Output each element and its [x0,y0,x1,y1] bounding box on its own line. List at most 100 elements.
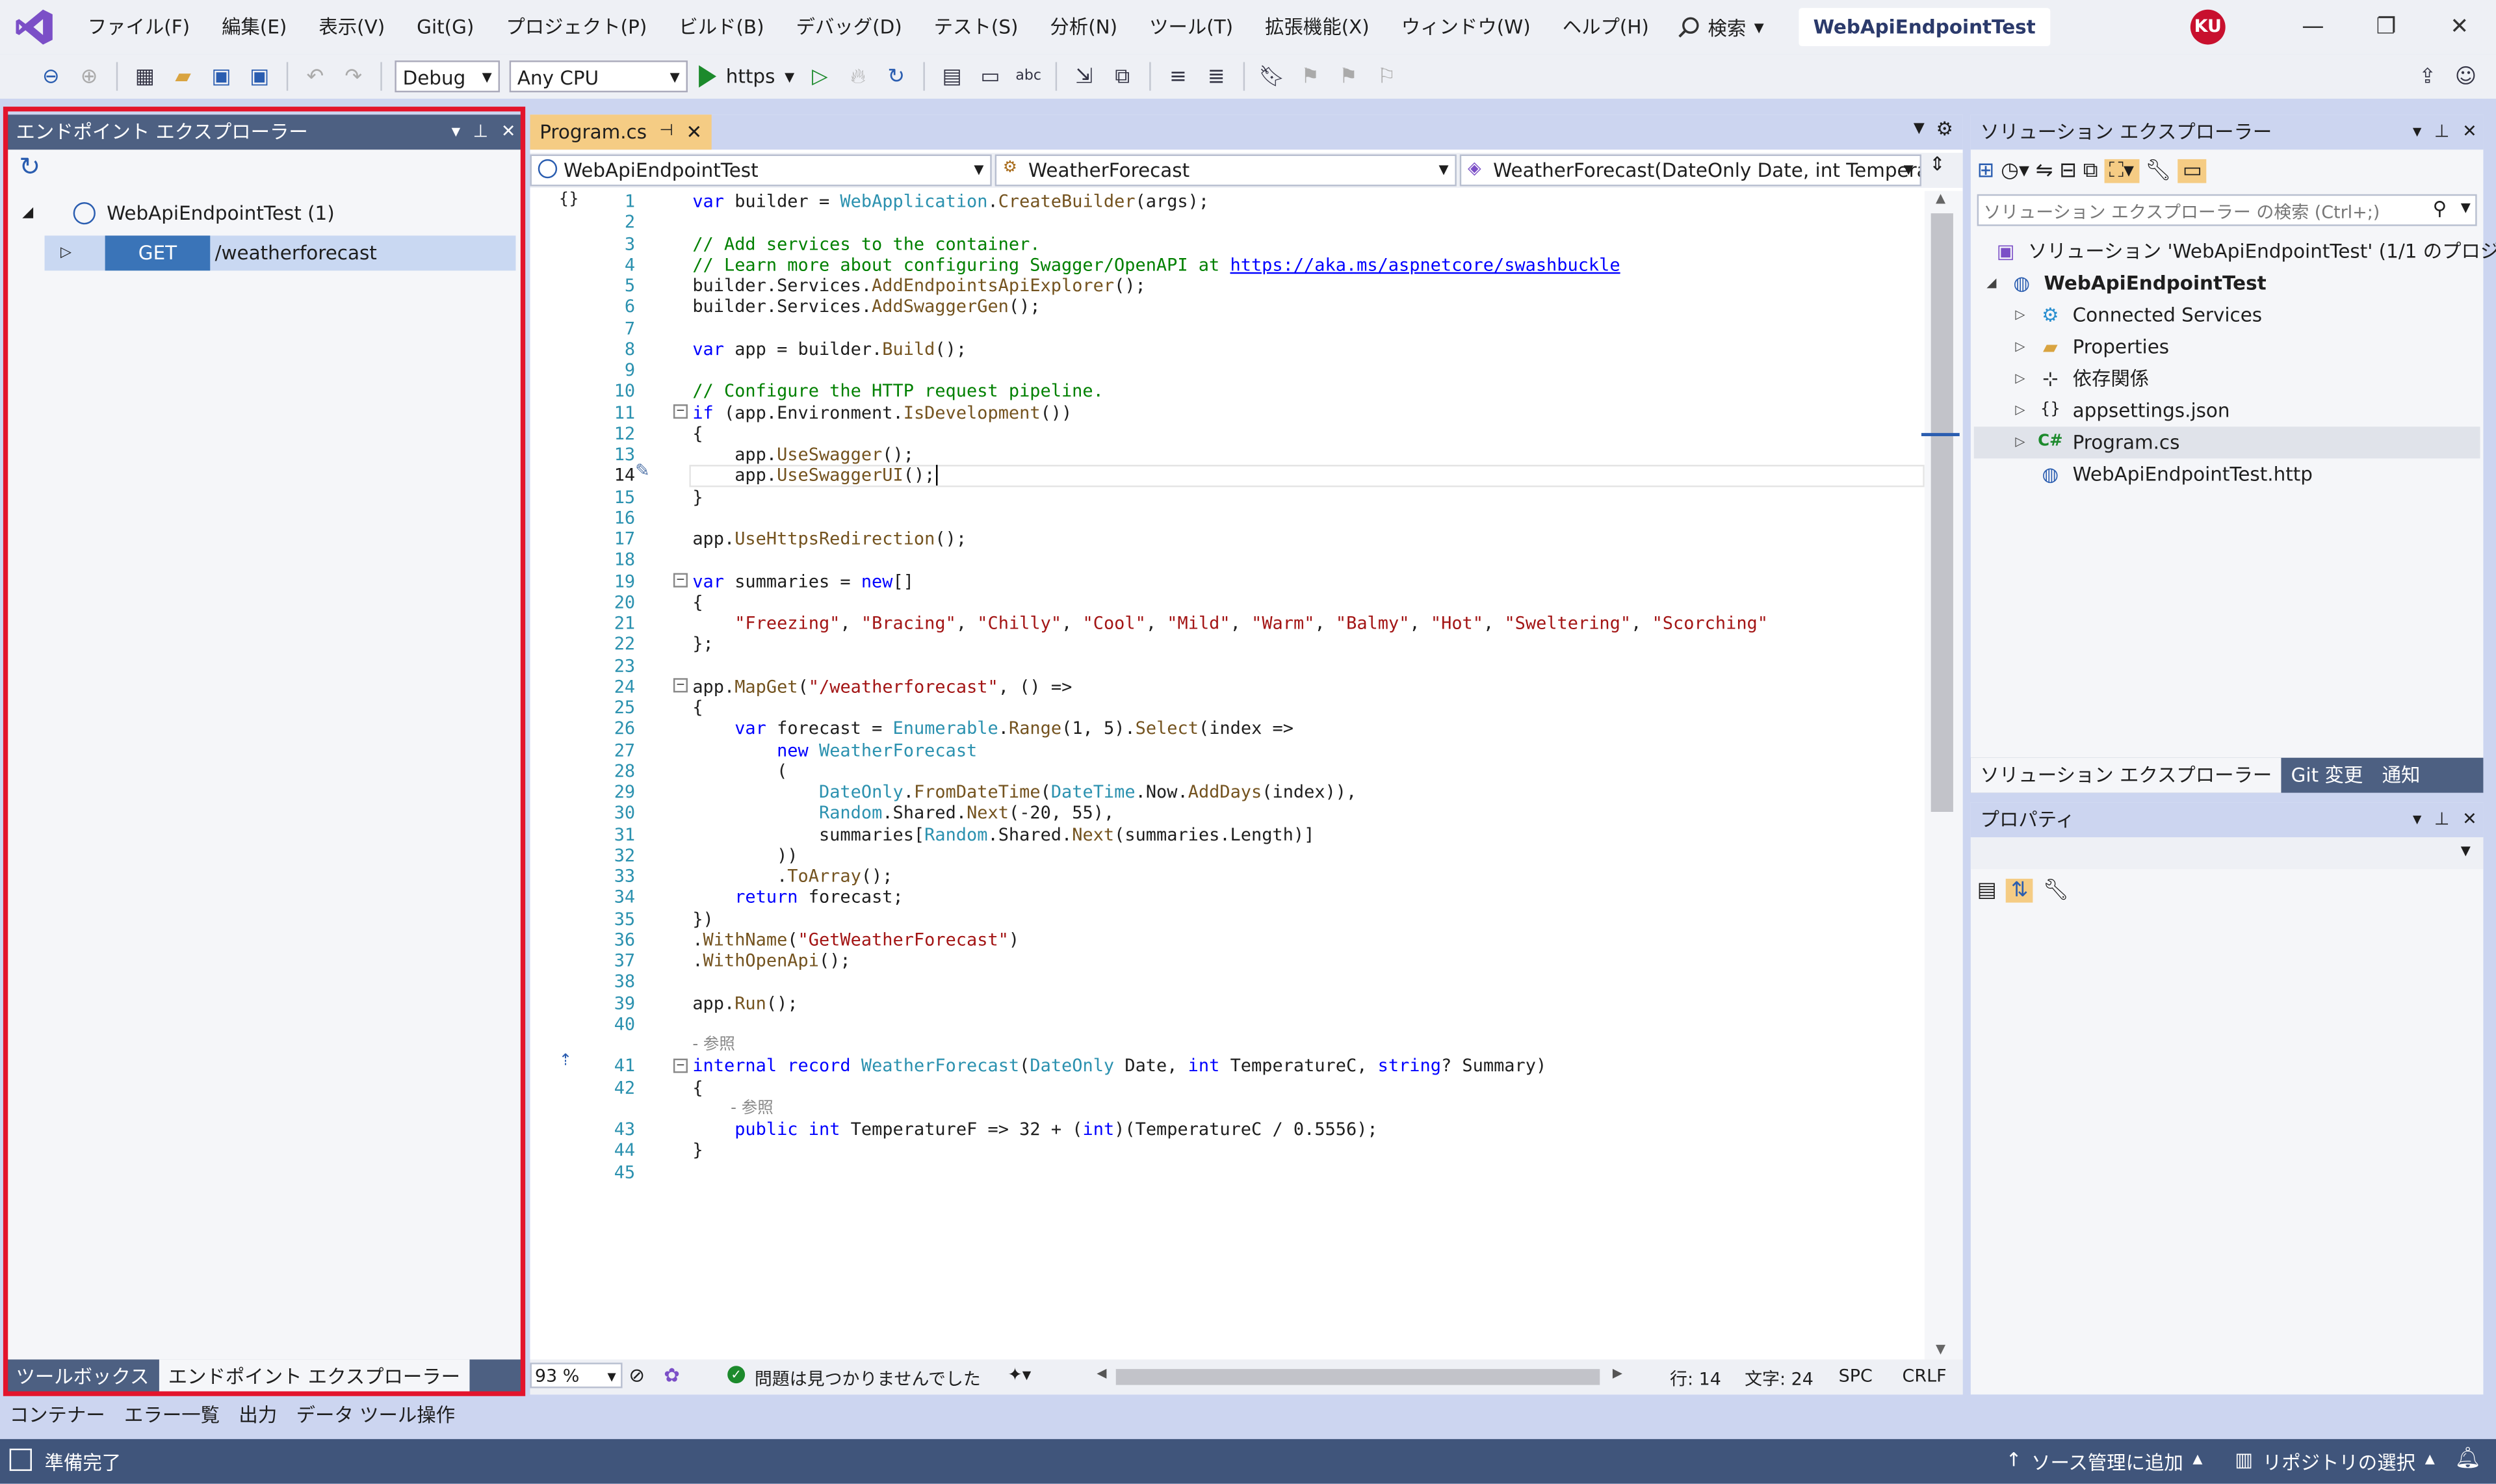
intellicode-icon[interactable]: ✿ [664,1364,680,1386]
chevron-down-icon[interactable]: ▼ [1936,1342,1945,1357]
chevron-down-icon[interactable]: ▾ [2413,114,2422,150]
restore-icon[interactable]: ❐ [2350,14,2423,40]
collapsed-icon[interactable]: ▷ [2015,395,2037,426]
platform-select[interactable]: Any CPU ▼ [509,60,688,93]
chevron-right-icon[interactable]: ▶ [1613,1366,1622,1380]
chevron-down-icon[interactable]: ▾ [2413,802,2422,837]
nav-project-select[interactable]: WebApiEndpointTest ▼ [530,154,992,187]
show-all-files-icon[interactable]: ⧉ [2083,159,2098,183]
search-button[interactable]: 検索 ▼ [1665,8,1776,46]
save-all-icon[interactable]: ▣ [245,62,274,91]
menu-extensions[interactable]: 拡張機能(X) [1249,8,1386,46]
avatar[interactable]: KU [2190,9,2226,45]
tree-item-appsettings[interactable]: ▷ {} appsettings.json [2015,395,2230,426]
tab-error-list[interactable]: エラー一覧 [114,1398,229,1433]
menu-build[interactable]: ビルド(B) [663,8,780,46]
menu-test[interactable]: テスト(S) [918,8,1034,46]
collapsed-icon[interactable]: ▷ [2015,426,2037,458]
filter-icon[interactable]: ⛶▾ [2104,158,2139,183]
tree-item-endpoint[interactable]: ▷ GET /weatherforecast [44,235,516,271]
bookmark-icon[interactable]: 🔖︎ [1258,62,1286,91]
menu-debug[interactable]: デバッグ(D) [780,8,918,46]
expand-icon[interactable]: ◢ [1986,267,2008,299]
tree-item-properties[interactable]: ▷ ▰ Properties [2015,331,2169,363]
code-area[interactable]: {​} ✎ ⇡ − − − − 1 var builder = WebApplic… [530,190,1925,1360]
gear-icon[interactable]: ⚙ [1936,118,1953,140]
refresh-icon[interactable]: ↻ [19,151,40,182]
share-icon[interactable]: ⇪ [2413,62,2442,91]
spell-check-icon[interactable]: abc [1014,62,1043,91]
refresh-icon[interactable]: ↻ [882,62,911,91]
menu-window[interactable]: ウィンドウ(W) [1385,8,1546,46]
pin-icon[interactable]: ⊥ [2434,802,2449,837]
tree-item-dependencies[interactable]: ▷ ⊹ 依存関係 [2015,363,2149,395]
collapse-icon[interactable]: − [673,404,688,419]
scrollbar-thumb[interactable] [1930,213,1953,812]
code-cleanup-icon[interactable]: ✦▾ [1008,1364,1031,1385]
start-debugging-button[interactable]: https ▼ [699,65,794,88]
new-project-icon[interactable]: ▦ [131,62,159,91]
swagger-docs-link[interactable]: https://aka.ms/aspnetcore/swashbuckle [1230,254,1620,275]
minimize-icon[interactable]: — [2276,14,2350,40]
preview-icon[interactable]: ▭ [2178,158,2207,183]
line-position[interactable]: 行: 14 [1670,1366,1721,1391]
tree-item-connected-services[interactable]: ▷ ⚙ Connected Services [2015,299,2262,331]
properties-object-select[interactable]: ▼ [1970,837,2484,870]
hot-reload-icon[interactable]: 🔥︎ [844,62,872,91]
collapsed-icon[interactable]: ▷ [2015,363,2037,395]
vertical-scrollbar[interactable]: ▲ ▼ [1921,190,1963,1360]
expand-icon[interactable]: ◢ [22,196,33,231]
add-source-control-button[interactable]: ↑ ソース管理に追加 ▲ [2006,1449,2203,1476]
select-repository-button[interactable]: ▥ リポジトリの選択 ▲ [2235,1449,2434,1476]
chevron-down-icon[interactable]: ▾ [452,114,461,150]
tree-item-solution[interactable]: ▣ ソリューション 'WebApiEndpointTest' (1/1 のプロジ… [1993,235,2496,267]
close-icon[interactable]: ✕ [2462,802,2477,837]
outdent-icon[interactable]: ≣ [1202,62,1230,91]
menu-file[interactable]: ファイル(F) [72,8,205,46]
open-folder-icon[interactable]: ▰ [169,62,198,91]
quick-action-icon[interactable]: ✎ [635,460,650,481]
tree-item-program-cs[interactable]: ▷ C# Program.cs [1973,426,2480,459]
tab-containers[interactable]: コンテナー [0,1398,114,1433]
navigate-forward-icon[interactable]: ⊕ [75,62,103,91]
menu-view[interactable]: 表示(V) [303,8,401,46]
collapsed-icon[interactable]: ▷ [2015,299,2037,331]
tree-item-http-file[interactable]: ◍ WebApiEndpointTest.http [2038,458,2312,490]
clear-bookmarks-icon[interactable]: ⚐ [1372,62,1401,91]
switch-views-icon[interactable]: ⊞ [1977,159,1995,183]
chevron-up-icon[interactable]: ▲ [1936,191,1945,205]
notifications-bell-icon[interactable]: 🔔︎ [2454,1447,2480,1471]
collapse-icon[interactable]: − [673,1058,688,1073]
feedback-icon[interactable]: ☺ [2451,62,2480,91]
property-pages-icon[interactable]: 🔧︎ [2043,878,2069,902]
configuration-select[interactable]: Debug ▼ [395,60,500,93]
tree-item-project[interactable]: ◢ ◍ WebApiEndpointTest [1986,267,2266,299]
collapse-icon[interactable]: − [673,678,688,693]
tab-toolbox[interactable]: ツールボックス [6,1359,159,1394]
step-into-icon[interactable]: ⇲ [1070,62,1098,91]
chevron-down-icon[interactable]: ▼ [2461,201,2471,215]
tab-output[interactable]: 出力 [229,1398,287,1433]
menu-analyze[interactable]: 分析(N) [1034,8,1134,46]
menu-edit[interactable]: 編集(E) [206,8,303,46]
close-icon[interactable]: ✕ [2423,14,2496,40]
collapsed-icon[interactable]: ▷ [2015,331,2037,363]
horizontal-scrollbar-thumb[interactable] [1115,1369,1600,1385]
line-ending[interactable]: CRLF [1903,1366,1947,1386]
chevron-left-icon[interactable]: ◀ [1097,1366,1106,1380]
menu-project[interactable]: プロジェクト(P) [490,8,663,46]
compare-icon[interactable]: ⧉ [1108,62,1137,91]
categorized-icon[interactable]: ▤ [1977,878,1997,902]
collapse-icon[interactable]: − [673,573,688,588]
column-position[interactable]: 文字: 24 [1745,1366,1814,1391]
copilot-icon[interactable]: ⊘ [629,1364,645,1386]
tab-data-tools[interactable]: データ ツール操作 [287,1398,465,1433]
tab-solution-explorer[interactable]: ソリューション エクスプローラー [1970,757,2282,793]
search-icon[interactable]: ⚲ [2433,198,2447,220]
tab-notifications[interactable]: 通知 [2372,758,2430,793]
tab-endpoint-explorer[interactable]: エンドポイント エクスプローラー [159,1359,470,1395]
zoom-select[interactable]: 93 % ▼ [530,1362,623,1388]
collapse-all-icon[interactable]: ⊟ [2059,159,2077,183]
pin-icon[interactable]: ⊥ [473,114,488,150]
solution-search-input[interactable]: ソリューション エクスプローラー の検索 (Ctrl+;) ⚲ ▼ [1977,194,2477,226]
